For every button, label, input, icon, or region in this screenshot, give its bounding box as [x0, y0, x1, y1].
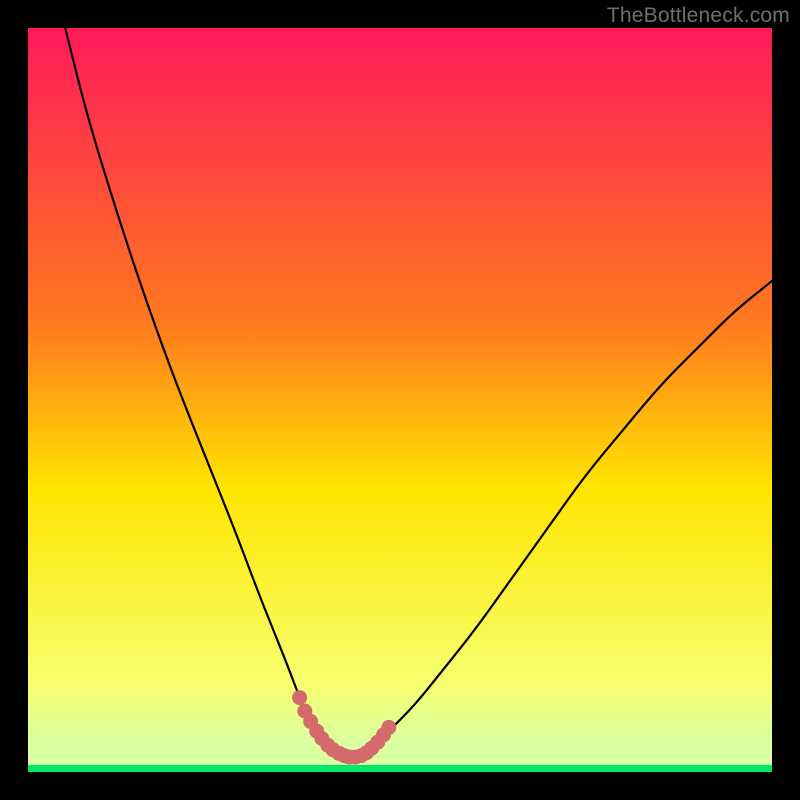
plot-area	[28, 28, 772, 772]
watermark-text: TheBottleneck.com	[607, 4, 790, 28]
bottom-green-line	[28, 765, 772, 772]
gradient-background	[28, 28, 772, 772]
chart-frame: TheBottleneck.com	[0, 0, 800, 800]
marker-dot	[381, 720, 396, 735]
marker-dot	[292, 690, 307, 705]
chart-svg	[28, 28, 772, 772]
